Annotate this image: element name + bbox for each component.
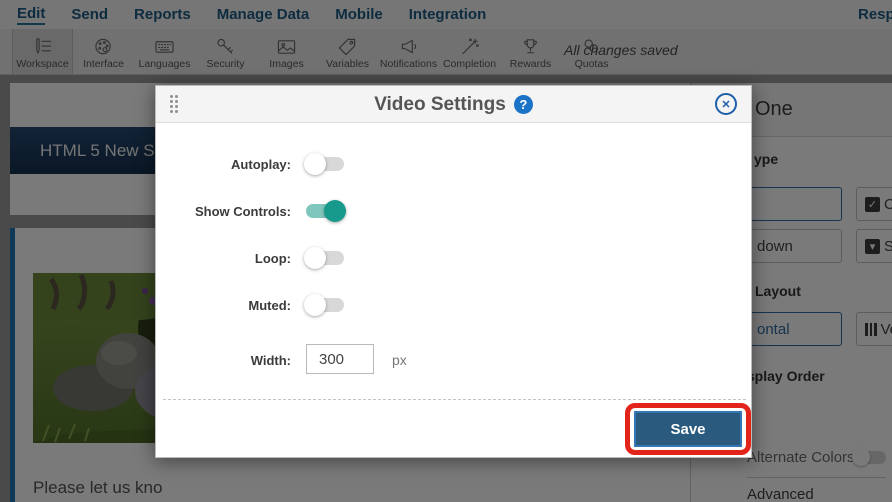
- footer-separator: [163, 399, 746, 400]
- save-button[interactable]: Save: [634, 411, 742, 447]
- modal-title: Video Settings: [374, 93, 506, 115]
- help-icon[interactable]: ?: [513, 95, 533, 114]
- muted-label: Muted:: [248, 298, 291, 313]
- loop-row: Loop:: [156, 247, 751, 277]
- app-screen: Edit Send Reports Manage Data Mobile Int…: [0, 0, 892, 502]
- width-unit-label: px: [392, 352, 407, 368]
- loop-toggle[interactable]: [304, 247, 344, 269]
- show-controls-label: Show Controls:: [194, 204, 291, 219]
- autoplay-toggle[interactable]: [304, 153, 344, 175]
- width-input[interactable]: [306, 344, 374, 374]
- loop-label: Loop:: [254, 251, 291, 266]
- autoplay-label: Autoplay:: [231, 157, 291, 172]
- show-controls-toggle[interactable]: [306, 200, 346, 222]
- show-controls-row: Show Controls:: [156, 200, 751, 230]
- autoplay-row: Autoplay:: [156, 153, 751, 183]
- modal-header: Video Settings ? ✕: [156, 86, 751, 123]
- muted-row: Muted:: [156, 294, 751, 324]
- video-settings-modal: Video Settings ? ✕ Autoplay: Show Contro…: [155, 85, 752, 458]
- close-icon[interactable]: ✕: [715, 93, 737, 115]
- muted-toggle[interactable]: [304, 294, 344, 316]
- width-row: Width: px: [156, 344, 751, 379]
- width-label: Width:: [250, 353, 291, 368]
